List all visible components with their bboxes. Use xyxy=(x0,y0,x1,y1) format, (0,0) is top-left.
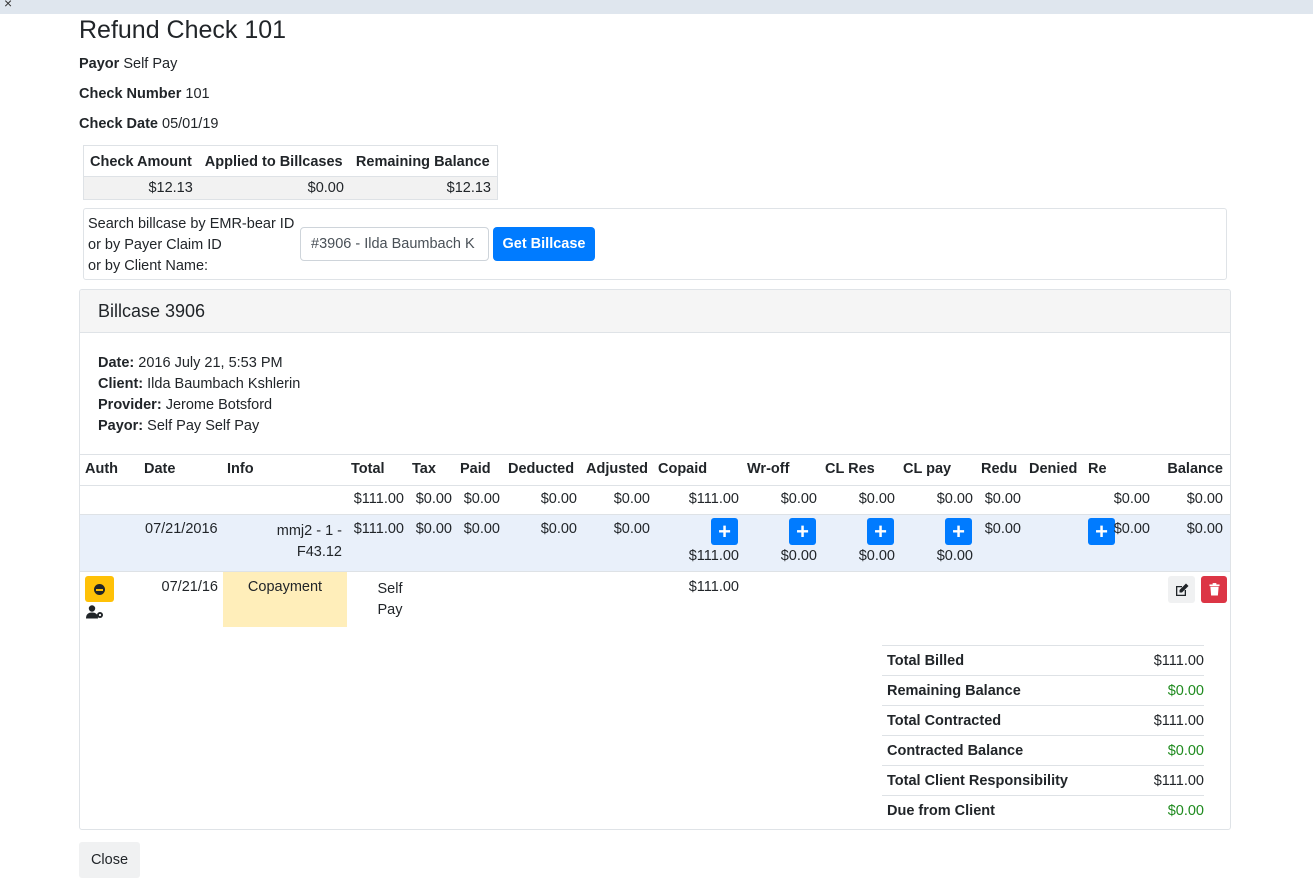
summary-header-check-amount: Check Amount xyxy=(83,145,199,177)
billcase-card: Billcase 3906 Date: 2016 July 21, 5:53 P… xyxy=(79,289,1231,830)
payment-type: Copayment xyxy=(247,579,323,595)
line-wroff: $0.00 xyxy=(780,548,817,564)
payor-line: Payor Self Pay xyxy=(79,56,177,72)
col-adjusted: Adjusted xyxy=(586,461,649,477)
line-total: $111.00 xyxy=(353,521,404,537)
col-tax: Tax xyxy=(412,461,436,477)
col-redu: Redu xyxy=(981,461,1018,477)
sum-re: $0.00 xyxy=(1113,491,1150,507)
add-writeoff-button[interactable]: + xyxy=(789,518,816,545)
minus-circle-icon xyxy=(94,584,105,595)
remove-payment-button[interactable] xyxy=(85,576,114,602)
line-adjusted: $0.00 xyxy=(613,521,650,537)
col-info: Info xyxy=(227,461,254,477)
col-balance: Balance xyxy=(1167,461,1223,477)
search-label: Search billcase by EMR-bear ID or by Pay… xyxy=(88,216,295,274)
detail-payor: Payor: Self Pay Self Pay xyxy=(98,418,260,434)
totals-row-client-responsibility: Total Client Responsibility $111.00 xyxy=(882,765,1204,795)
get-billcase-button[interactable]: Get Billcase xyxy=(493,227,595,261)
payment-date: 07/21/16 xyxy=(161,579,218,595)
summary-remaining: $12.13 xyxy=(349,176,498,200)
totals-row-contracted-balance: Contracted Balance $0.00 xyxy=(882,735,1204,765)
billcase-search-panel: Search billcase by EMR-bear ID or by Pay… xyxy=(83,208,1227,280)
line-balance: $0.00 xyxy=(1186,521,1223,537)
check-number-line: Check Number 101 xyxy=(79,86,210,102)
line-redu: $0.00 xyxy=(984,521,1021,537)
billcase-details: Date: 2016 July 21, 5:53 PM Client: Ilda… xyxy=(98,353,300,437)
check-date-line: Check Date 05/01/19 xyxy=(79,116,218,132)
detail-client: Client: Ilda Baumbach Kshlerin xyxy=(98,376,301,392)
payment-payer: Self Pay xyxy=(377,581,403,618)
payor-label: Payor xyxy=(79,56,120,72)
col-total: Total xyxy=(351,461,385,477)
col-wroff: Wr-off xyxy=(747,461,790,477)
sum-deducted: $0.00 xyxy=(540,491,577,507)
line-deducted: $0.00 xyxy=(540,521,577,537)
payment-amount: $111.00 xyxy=(688,579,739,595)
check-summary-table: Check Amount Applied to Billcases Remain… xyxy=(83,145,498,200)
add-cl-res-button[interactable]: + xyxy=(867,518,894,545)
trash-icon xyxy=(1209,583,1220,596)
summary-header-remaining: Remaining Balance xyxy=(349,145,498,177)
sum-redu: $0.00 xyxy=(984,491,1021,507)
window-top-bar: × xyxy=(0,0,1313,14)
delete-payment-button[interactable] xyxy=(1201,576,1227,603)
page-title: Refund Check 101 xyxy=(79,16,287,44)
line-copaid: $111.00 xyxy=(688,548,739,564)
check-number-value: 101 xyxy=(185,86,210,102)
line-info: mmj2 - 1 - F43.12 xyxy=(276,523,342,560)
user-settings-icon[interactable] xyxy=(86,605,104,619)
sum-cl-res: $0.00 xyxy=(858,491,895,507)
summary-header-applied: Applied to Billcases xyxy=(198,145,350,177)
totals-row-due-from-client: Due from Client $0.00 xyxy=(882,795,1204,825)
check-date-value: 05/01/19 xyxy=(162,116,219,132)
col-copaid: Copaid xyxy=(658,461,708,477)
sum-tax: $0.00 xyxy=(415,491,452,507)
sum-total: $111.00 xyxy=(353,491,404,507)
col-date: Date xyxy=(144,461,176,477)
sum-paid: $0.00 xyxy=(463,491,500,507)
billcase-card-header: Billcase 3906 xyxy=(80,290,1230,333)
edit-payment-button[interactable] xyxy=(1168,576,1195,603)
col-denied: Denied xyxy=(1029,461,1078,477)
check-date-label: Check Date xyxy=(79,116,158,132)
check-number-label: Check Number xyxy=(79,86,182,102)
line-cl-res: $0.00 xyxy=(858,548,895,564)
payment-type-cell: Copayment xyxy=(223,572,347,627)
window-close-icon[interactable]: × xyxy=(4,0,12,11)
summary-applied: $0.00 xyxy=(198,176,350,200)
detail-provider: Provider: Jerome Botsford xyxy=(98,397,273,413)
col-deducted: Deducted xyxy=(508,461,575,477)
line-paid: $0.00 xyxy=(463,521,500,537)
col-cl-pay: CL pay xyxy=(903,461,952,477)
totals-row-total-billed: Total Billed $111.00 xyxy=(882,645,1204,675)
line-date: 07/21/2016 xyxy=(145,521,218,537)
line-re: $0.00 xyxy=(1113,521,1150,537)
close-button[interactable]: Close xyxy=(79,842,140,878)
line-cl-pay: $0.00 xyxy=(936,548,973,564)
sum-balance: $0.00 xyxy=(1186,491,1223,507)
billcase-title: Billcase 3906 xyxy=(98,301,206,321)
edit-icon xyxy=(1176,583,1189,596)
detail-date: Date: 2016 July 21, 5:53 PM xyxy=(98,355,283,371)
sum-adjusted: $0.00 xyxy=(613,491,650,507)
totals-row-remaining-balance: Remaining Balance $0.00 xyxy=(882,675,1204,705)
line-tax: $0.00 xyxy=(415,521,452,537)
col-re: Re xyxy=(1088,461,1107,477)
sum-copaid: $111.00 xyxy=(688,491,739,507)
billcase-search-input[interactable] xyxy=(300,227,489,261)
col-auth: Auth xyxy=(85,461,119,477)
table-header-divider xyxy=(80,485,1230,486)
add-copaid-button[interactable]: + xyxy=(711,518,738,545)
add-cl-pay-button[interactable]: + xyxy=(945,518,972,545)
totals-row-total-contracted: Total Contracted $111.00 xyxy=(882,705,1204,735)
payor-value: Self Pay xyxy=(123,56,178,72)
sum-cl-pay: $0.00 xyxy=(936,491,973,507)
col-cl-res: CL Res xyxy=(825,461,875,477)
table-top-divider xyxy=(80,454,1230,455)
col-paid: Paid xyxy=(460,461,491,477)
sum-wroff: $0.00 xyxy=(780,491,817,507)
summary-check-amount: $12.13 xyxy=(83,176,199,200)
